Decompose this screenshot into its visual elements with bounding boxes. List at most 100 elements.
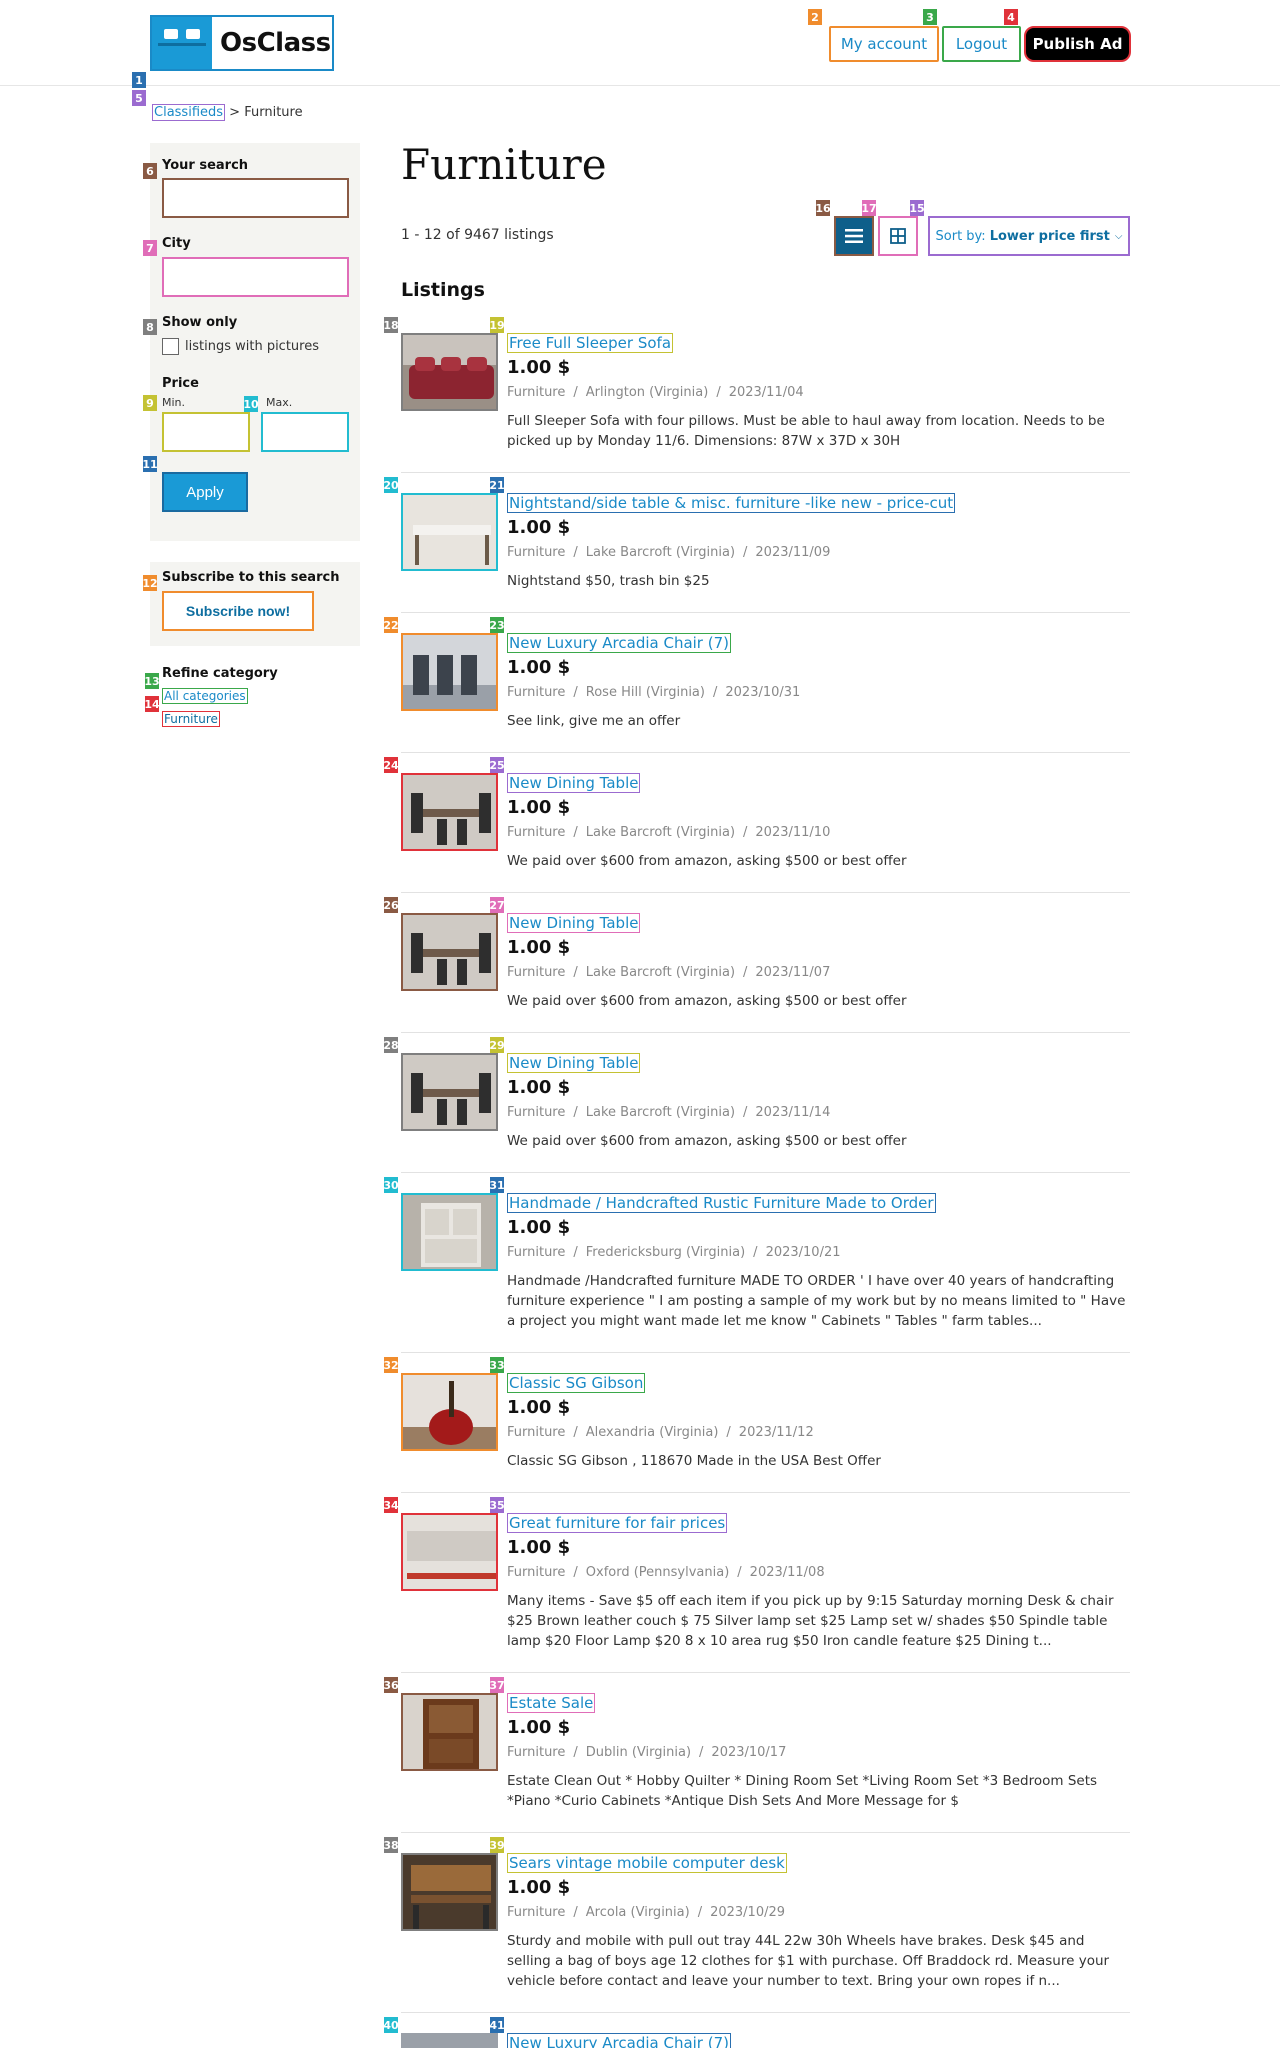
listing-title-link[interactable]: New Dining Table bbox=[507, 773, 641, 793]
listing-price: 1.00 $ bbox=[507, 1717, 571, 1738]
listing-description: We paid over $600 from amazon, asking $5… bbox=[507, 853, 907, 869]
subscribe-button[interactable]: Subscribe now! bbox=[162, 591, 314, 631]
marker-tag: 2 bbox=[808, 9, 822, 25]
all-categories-link[interactable]: All categories bbox=[162, 688, 248, 704]
logout-button[interactable]: Logout bbox=[942, 26, 1021, 62]
listing-item: 22 23 New Luxury Arcadia Chair (7) 1.00 … bbox=[383, 617, 1130, 753]
furniture-category-link[interactable]: Furniture bbox=[162, 711, 220, 727]
price-min-label: Min. bbox=[162, 396, 186, 409]
marker-tag: 33 bbox=[489, 1357, 505, 1373]
listing-item: 34 35 Great furniture for fair prices 1.… bbox=[383, 1497, 1130, 1673]
marker-tag: 27 bbox=[489, 897, 505, 913]
listing-thumbnail[interactable] bbox=[401, 913, 498, 991]
marker-tag: 11 bbox=[142, 456, 158, 472]
marker-tag: 10 bbox=[243, 396, 259, 412]
marker-tag: 37 bbox=[489, 1677, 505, 1693]
listing-thumbnail[interactable] bbox=[401, 1693, 498, 1771]
listing-title-link[interactable]: Free Full Sleeper Sofa bbox=[507, 333, 674, 353]
marker-tag: 20 bbox=[383, 477, 399, 493]
listing-meta: Furniture / Fredericksburg (Virginia)/2023… bbox=[507, 1245, 841, 1260]
site-header: OsClass 2 3 4 My account Logout Publish … bbox=[0, 0, 1280, 86]
my-account-button[interactable]: My account bbox=[829, 26, 939, 62]
apply-button[interactable]: Apply bbox=[162, 472, 248, 512]
list-view-button[interactable] bbox=[834, 216, 874, 256]
listing-description: We paid over $600 from amazon, asking $5… bbox=[507, 1133, 907, 1149]
listing-thumbnail[interactable] bbox=[401, 493, 498, 571]
listing-thumbnail[interactable] bbox=[401, 633, 498, 711]
listing-title-link[interactable]: Nightstand/side table & misc. furniture … bbox=[507, 493, 956, 513]
marker-tag: 30 bbox=[383, 1177, 399, 1193]
listing-thumbnail[interactable] bbox=[401, 1373, 498, 1451]
listing-item: 32 33 Classic SG Gibson 1.00 $ Furniture… bbox=[383, 1357, 1130, 1493]
marker-tag: 6 bbox=[143, 163, 157, 179]
listing-description: Full Sleeper Sofa with four pillows. Mus… bbox=[507, 413, 1105, 449]
price-max-label: Max. bbox=[266, 396, 293, 409]
logo-text: OsClass bbox=[220, 28, 331, 58]
price-min-input[interactable] bbox=[162, 412, 250, 452]
marker-tag: 13 bbox=[144, 673, 160, 689]
listing-title-link[interactable]: Classic SG Gibson bbox=[507, 1373, 646, 1393]
grid-view-button[interactable] bbox=[878, 216, 918, 256]
sort-prefix: Sort by: bbox=[935, 228, 986, 244]
listing-thumbnail[interactable] bbox=[401, 2033, 498, 2048]
listing-title-link[interactable]: Great furniture for fair prices bbox=[507, 1513, 728, 1533]
listing-thumbnail[interactable] bbox=[401, 1513, 498, 1591]
marker-tag: 39 bbox=[489, 1837, 505, 1853]
list-view-icon bbox=[845, 229, 863, 243]
listing-price: 1.00 $ bbox=[507, 1877, 571, 1898]
checkbox-box[interactable] bbox=[162, 338, 179, 355]
pictures-checkbox[interactable]: listings with pictures bbox=[162, 338, 319, 355]
listing-meta: Furniture / Lake Barcroft (Virginia)/2023/… bbox=[507, 545, 831, 560]
listing-meta: Furniture / Lake Barcroft (Virginia)/2023/… bbox=[507, 965, 831, 980]
price-max-input[interactable] bbox=[261, 412, 349, 452]
listing-thumbnail[interactable] bbox=[401, 1853, 498, 1931]
city-label: City bbox=[162, 236, 191, 251]
page-title: Furniture bbox=[401, 140, 607, 189]
listing-description: Classic SG Gibson , 118670 Made in the U… bbox=[507, 1453, 881, 1469]
marker-tag: 12 bbox=[142, 575, 158, 591]
site-logo[interactable]: OsClass bbox=[150, 15, 334, 71]
marker-tag: 9 bbox=[143, 395, 157, 411]
listing-item: 38 39 Sears vintage mobile computer desk… bbox=[383, 1837, 1130, 2013]
show-only-label: Show only bbox=[162, 315, 238, 330]
listing-thumbnail[interactable] bbox=[401, 773, 498, 851]
sort-dropdown[interactable]: Sort by: Lower price first ⌵ bbox=[928, 216, 1130, 256]
listing-thumbnail[interactable] bbox=[401, 333, 498, 411]
marker-tag: 14 bbox=[144, 696, 160, 712]
listing-title-link[interactable]: Handmade / Handcrafted Rustic Furniture … bbox=[507, 1193, 936, 1213]
marker-tag: 22 bbox=[383, 617, 399, 633]
listing-title-link[interactable]: Sears vintage mobile computer desk bbox=[507, 1853, 787, 1873]
listing-title-link[interactable]: New Dining Table bbox=[507, 1053, 641, 1073]
marker-tag: 28 bbox=[383, 1037, 399, 1053]
listing-title-link[interactable]: Estate Sale bbox=[507, 1693, 596, 1713]
pictures-checkbox-label: listings with pictures bbox=[185, 339, 319, 354]
logo-mark-icon bbox=[152, 17, 212, 69]
listing-title-link[interactable]: New Luxury Arcadia Chair (7) bbox=[507, 633, 731, 653]
marker-tag: 18 bbox=[383, 317, 399, 333]
listing-count: 1 - 12 of 9467 listings bbox=[401, 227, 554, 243]
subscribe-label: Subscribe to this search bbox=[162, 570, 340, 585]
marker-tag: 26 bbox=[383, 897, 399, 913]
listing-description: Sturdy and mobile with pull out tray 44L… bbox=[507, 1933, 1110, 1989]
marker-tag: 8 bbox=[143, 319, 157, 335]
listing-thumbnail[interactable] bbox=[401, 1053, 498, 1131]
listing-title-link[interactable]: New Luxury Arcadia Chair (7) bbox=[507, 2033, 731, 2048]
your-search-input[interactable] bbox=[162, 178, 349, 218]
city-input[interactable] bbox=[162, 257, 349, 297]
marker-tag: 29 bbox=[489, 1037, 505, 1053]
listing-meta: Furniture / Dublin (Virginia)/2023/10/17 bbox=[507, 1745, 787, 1760]
publish-ad-button[interactable]: Publish Ad bbox=[1024, 26, 1131, 62]
listing-title-link[interactable]: New Dining Table bbox=[507, 913, 641, 933]
chevron-down-icon: ⌵ bbox=[1114, 230, 1123, 242]
refine-category-label: Refine category bbox=[162, 666, 278, 681]
listing-item: 30 31 Handmade / Handcrafted Rustic Furn… bbox=[383, 1177, 1130, 1353]
marker-tag: 34 bbox=[383, 1497, 399, 1513]
listing-item: 26 27 New Dining Table 1.00 $ Furniture /… bbox=[383, 897, 1130, 1033]
listing-description: Handmade /Handcrafted furniture MADE TO … bbox=[507, 1273, 1126, 1329]
marker-tag: 4 bbox=[1004, 9, 1018, 25]
breadcrumb-root-link[interactable]: Classifieds bbox=[152, 104, 226, 121]
price-label: Price bbox=[162, 376, 199, 391]
listing-meta: Furniture / Lake Barcroft (Virginia)/2023/… bbox=[507, 1105, 831, 1120]
listing-thumbnail[interactable] bbox=[401, 1193, 498, 1271]
marker-tag: 1 bbox=[132, 72, 146, 88]
